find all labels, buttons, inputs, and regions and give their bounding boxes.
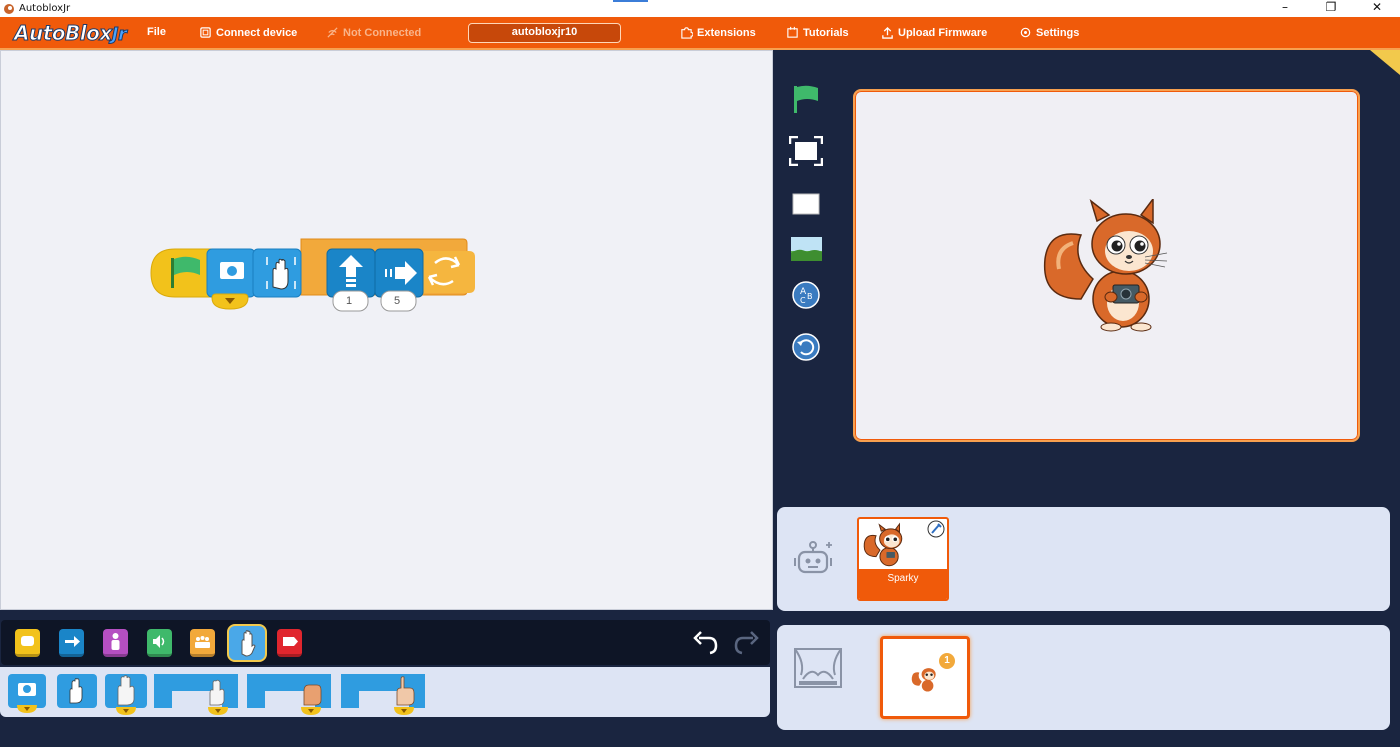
gear-icon xyxy=(1020,27,1031,38)
connect-device-label: Connect device xyxy=(216,26,298,39)
tutorials-label: Tutorials xyxy=(803,26,849,39)
move-up-param: 1 xyxy=(346,295,353,307)
window-title: AutobloxJr xyxy=(19,3,71,14)
tutorial-icon xyxy=(787,26,798,38)
speaker-icon xyxy=(153,635,165,648)
window-accent-line xyxy=(613,0,648,2)
script-blocks xyxy=(150,238,475,312)
arrow-right-icon xyxy=(65,636,80,647)
settings-label: Settings xyxy=(1036,26,1080,39)
stage-canvas[interactable] xyxy=(853,89,1360,442)
palette-wait-hand-block[interactable] xyxy=(154,674,238,715)
connection-status: Not Connected xyxy=(326,26,421,39)
undo-button[interactable] xyxy=(691,628,721,658)
close-button[interactable]: ✕ xyxy=(1354,0,1400,17)
file-menu-label: File xyxy=(147,26,166,38)
palette-wait-point-block[interactable] xyxy=(341,674,425,715)
top-nav: AutoBloxJr File Connect device Not Conne… xyxy=(0,17,1400,50)
chip-icon xyxy=(200,27,211,38)
extensions-button[interactable]: Extensions xyxy=(680,26,756,39)
category-looks[interactable] xyxy=(103,629,128,657)
code-workspace[interactable]: 1 5 xyxy=(0,50,773,610)
settings-button[interactable]: Settings xyxy=(1019,26,1079,39)
hand-detect-block[interactable] xyxy=(252,248,302,298)
move-right-param: 5 xyxy=(394,295,401,307)
control-icon xyxy=(195,636,210,648)
svg-text:B: B xyxy=(807,292,813,301)
device-name-field[interactable]: autobloxjr10 xyxy=(468,23,621,43)
stage-size-button[interactable] xyxy=(792,193,820,215)
category-triggers[interactable] xyxy=(15,629,40,657)
app-icon xyxy=(4,3,14,14)
trigger-icon xyxy=(21,636,34,646)
sprite-name-label: Sparky xyxy=(859,569,947,599)
sprite-thumbnail xyxy=(863,522,903,567)
hand-icon xyxy=(241,630,256,657)
upload-firmware-button[interactable]: Upload Firmware xyxy=(881,26,987,39)
category-control[interactable] xyxy=(190,629,215,657)
no-signal-icon xyxy=(327,27,338,38)
add-scene-button[interactable] xyxy=(793,645,843,691)
category-bar xyxy=(1,620,770,665)
restore-button[interactable]: ❐ xyxy=(1308,0,1354,17)
move-up-block[interactable] xyxy=(326,248,376,298)
svg-text:C: C xyxy=(800,296,806,305)
camera-block[interactable] xyxy=(206,248,256,310)
category-end[interactable] xyxy=(277,629,302,657)
squirrel-sprite[interactable] xyxy=(1041,199,1176,334)
block-palette xyxy=(0,667,770,717)
palette-wait-fist-block[interactable] xyxy=(247,674,331,715)
scene-number-badge: 1 xyxy=(939,653,955,669)
palette-hand-detect-block[interactable] xyxy=(57,674,97,708)
corner-tab[interactable] xyxy=(1370,50,1400,75)
paintbrush-icon[interactable] xyxy=(927,520,945,538)
connect-device-button[interactable]: Connect device xyxy=(199,26,297,39)
text-button[interactable]: A B C xyxy=(791,280,821,310)
stage-toolbar: A B C xyxy=(786,80,826,370)
category-gestures[interactable] xyxy=(227,624,267,662)
move-right-block[interactable] xyxy=(374,248,424,298)
sprite-card-sparky[interactable]: Sparky xyxy=(857,517,949,601)
person-icon xyxy=(111,633,120,650)
connection-status-label: Not Connected xyxy=(343,26,422,39)
upload-firmware-label: Upload Firmware xyxy=(898,26,988,39)
autoblox-logo[interactable]: AutoBloxJr xyxy=(14,21,128,46)
background-button[interactable] xyxy=(791,237,822,261)
add-sprite-button[interactable] xyxy=(793,540,835,580)
end-icon xyxy=(283,637,298,646)
logo-main: AutoBlox xyxy=(14,21,113,46)
tutorials-button[interactable]: Tutorials xyxy=(786,26,849,39)
category-motion[interactable] xyxy=(59,629,84,657)
green-flag-block[interactable] xyxy=(150,248,212,298)
scene-panel xyxy=(777,625,1390,730)
palette-camera-block[interactable] xyxy=(8,674,46,713)
minimize-button[interactable]: – xyxy=(1262,0,1308,17)
window-titlebar: AutobloxJr – ❐ ✕ xyxy=(0,0,1400,17)
category-sound[interactable] xyxy=(147,629,172,657)
palette-open-hand-block[interactable] xyxy=(105,674,147,715)
redo-button[interactable] xyxy=(731,628,761,658)
scene-thumbnail xyxy=(911,668,936,692)
scene-card-1[interactable] xyxy=(880,636,970,719)
extensions-label: Extensions xyxy=(697,26,756,39)
logo-suffix: Jr xyxy=(111,24,127,46)
puzzle-icon xyxy=(681,27,693,39)
upload-icon xyxy=(882,26,893,39)
fullscreen-button[interactable] xyxy=(789,136,823,166)
run-flag-button[interactable] xyxy=(792,84,820,114)
reset-button[interactable] xyxy=(791,332,821,362)
file-menu[interactable]: File xyxy=(147,26,166,38)
